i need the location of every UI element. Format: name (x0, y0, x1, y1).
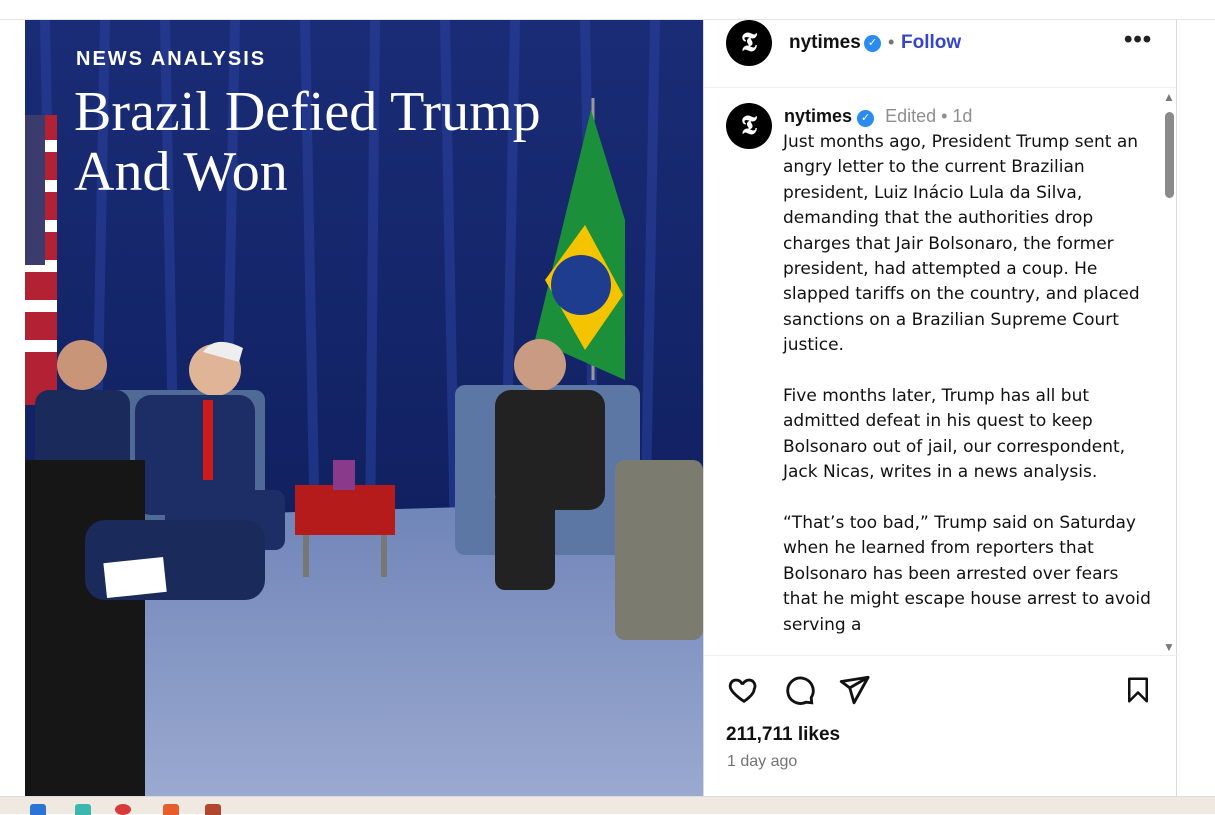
comments-pane[interactable]: 𝕿 nytimes ✓ Edited • 1d Just months ago,… (704, 88, 1178, 656)
caption-text: Just months ago, President Trump sent an… (783, 130, 1153, 655)
caption-paragraph: Five months later, Trump has all but adm… (783, 386, 1126, 483)
nytimes-avatar[interactable]: 𝕿 (726, 20, 772, 66)
post-sidebar: 𝕿 nytimes ✓ • Follow ••• 𝕿 nytimes ✓ Edi… (703, 20, 1178, 796)
scrollbar-thumb[interactable] (1165, 112, 1174, 198)
news-analysis-kicker: NEWS ANALYSIS (76, 48, 267, 70)
post-image: NEWS ANALYSIS Brazil Defied Trump And Wo… (25, 20, 703, 796)
likes-count[interactable]: 211,711 likes (726, 724, 840, 746)
post-header: 𝕿 nytimes ✓ • Follow ••• (704, 20, 1176, 88)
caption-paragraph: Just months ago, President Trump sent an… (783, 132, 1140, 356)
caption-username[interactable]: nytimes (784, 106, 852, 126)
caption-avatar[interactable]: 𝕿 (726, 103, 772, 149)
follow-button[interactable]: Follow (901, 32, 961, 54)
share-icon[interactable] (834, 670, 874, 710)
heart-icon[interactable] (724, 670, 764, 710)
verified-badge-icon: ✓ (857, 110, 875, 127)
verified-badge-icon: ✓ (864, 35, 881, 52)
browser-top-strip (0, 0, 1215, 20)
post-timestamp[interactable]: 1 day ago (727, 753, 797, 771)
os-taskbar (0, 796, 1215, 815)
post-actions (704, 670, 1178, 710)
caption-header: nytimes ✓ Edited • 1d (784, 106, 972, 127)
more-options-icon[interactable]: ••• (1124, 26, 1152, 54)
app-icon[interactable] (75, 804, 91, 815)
caption-meta: Edited • 1d (885, 106, 973, 126)
comments-scrollbar[interactable]: ▲ ▼ (1162, 91, 1176, 653)
post-headline: Brazil Defied Trump And Won (74, 81, 541, 203)
scroll-down-icon[interactable]: ▼ (1162, 641, 1176, 653)
bookmark-icon[interactable] (1118, 670, 1158, 710)
post-page: NEWS ANALYSIS Brazil Defied Trump And Wo… (0, 20, 1215, 796)
app-icon[interactable] (30, 804, 46, 815)
caption-paragraph: “That’s too bad,” Trump said on Saturday… (783, 513, 1151, 635)
comment-icon[interactable] (779, 670, 819, 710)
separator-dot: • (888, 32, 895, 52)
app-icon[interactable] (205, 804, 221, 815)
scroll-up-icon[interactable]: ▲ (1162, 91, 1176, 103)
app-icon[interactable] (115, 804, 131, 815)
header-username[interactable]: nytimes (789, 32, 861, 54)
app-icon[interactable] (163, 804, 179, 815)
